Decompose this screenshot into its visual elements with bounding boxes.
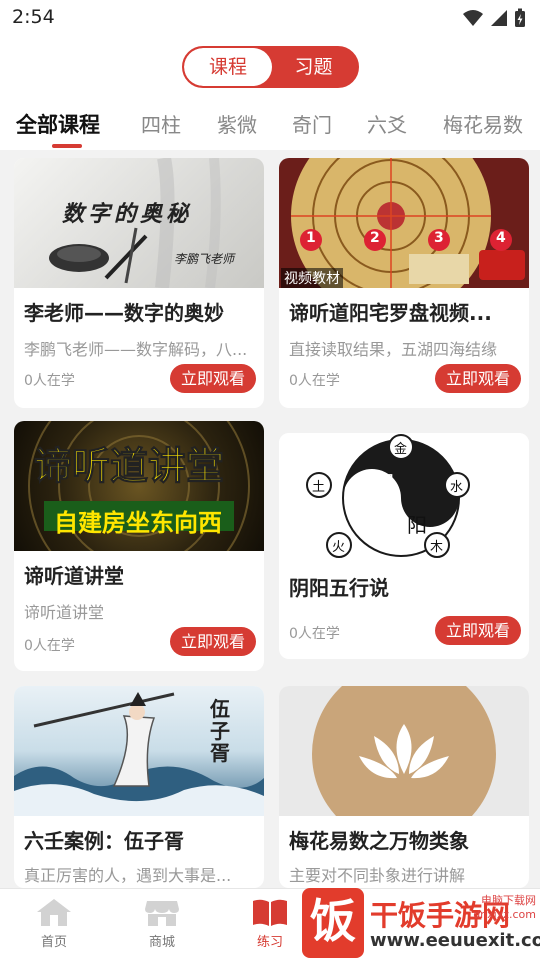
tab-liuyao[interactable]: 六爻 (367, 106, 407, 146)
thumb-number-2: 2 (370, 230, 380, 246)
course-title: 李老师——数字的奥妙 (24, 301, 224, 325)
thumbnail-title: 伍子胥 (210, 697, 230, 765)
element-fire: 火 (332, 540, 346, 555)
tab-qimen[interactable]: 奇门 (292, 106, 332, 146)
course-thumbnail: 数字的奥秘 李鹏飞老师 (14, 158, 264, 288)
course-card[interactable]: 1 2 3 4 视频教材 谛听道阳宅罗盘视频... 直接读取结果，五湖四海结缘 … (279, 158, 529, 408)
yang-label: 阳 (407, 513, 427, 537)
lotus-logo-illustration (312, 686, 496, 816)
course-description: 主要对不同卦象进行讲解 (289, 866, 466, 885)
course-title: 六壬案例：伍子胥 (24, 829, 184, 853)
element-earth: 土 (312, 480, 326, 495)
nav-label-home: 首页 (40, 935, 67, 950)
course-exercise-toggle: 课程 习题 (182, 46, 359, 88)
learner-count: 0人在学 (289, 626, 340, 642)
course-thumbnail: 1 2 3 4 视频教材 (279, 158, 529, 288)
thumbnail-title: 数字的奥秘 (62, 201, 193, 227)
learner-count: 0人在学 (24, 638, 75, 654)
watermark-overlay: 饭 干饭手游网 www.eeuuexit.com 电脑下载网 dnxjxz.co… (300, 888, 540, 960)
nav-item-store[interactable]: 商城 (108, 889, 216, 960)
active-tab-indicator (52, 144, 82, 148)
segment-courses[interactable]: 课程 (184, 48, 272, 86)
thumb-number-3: 3 (434, 230, 444, 246)
signal-icon (491, 10, 507, 26)
tab-sizhu[interactable]: 四柱 (141, 106, 181, 146)
thumbnail-subtitle: 李鹏飞老师 (174, 252, 235, 266)
watermark-small-text: 电脑下载网 (481, 894, 536, 907)
battery-charging-icon (515, 8, 525, 27)
element-wood: 木 (430, 540, 444, 555)
element-metal: 金 (394, 442, 408, 457)
course-card[interactable]: 数字的奥秘 李鹏飞老师 李老师——数字的奥妙 李鹏飞老师——数字解码，八... … (14, 158, 264, 408)
course-description: 直接读取结果，五湖四海结缘 (289, 340, 498, 359)
watch-now-button[interactable]: 立即观看 (435, 364, 521, 393)
tab-ziwei[interactable]: 紫微 (217, 106, 257, 146)
course-card[interactable]: 伍子胥 六壬案例：伍子胥 真正厉害的人，遇到大事是... (14, 686, 264, 888)
thumbnail-title: 谛听道讲堂 (33, 444, 225, 489)
wifi-icon (463, 10, 483, 26)
status-bar: 2:54 (0, 0, 540, 36)
thumb-number-1: 1 (306, 230, 316, 246)
yin-label: 阴 (374, 471, 394, 495)
watch-now-button[interactable]: 立即观看 (435, 616, 521, 645)
course-card[interactable]: 梅花易数之万物类象 主要对不同卦象进行讲解 (279, 686, 529, 888)
tab-meihua[interactable]: 梅花易数 (443, 106, 523, 146)
status-icons (462, 6, 526, 30)
store-icon (145, 901, 179, 926)
course-title: 梅花易数之万物类象 (289, 829, 469, 853)
nav-label-store: 商城 (148, 935, 175, 950)
watch-now-button[interactable]: 立即观看 (170, 364, 256, 393)
course-thumbnail: 谛听道讲堂 自建房坐东向西 (14, 421, 264, 551)
category-tabs: 全部课程 四柱 紫微 奇门 六爻 梅花易数 (0, 106, 540, 150)
watermark-logo: 饭 (302, 888, 364, 958)
home-icon (37, 899, 71, 926)
learner-count: 0人在学 (289, 373, 340, 389)
course-card[interactable]: 阴 阳 金 水 木 火 土 阴阳五行说 0人在学 立即观看 (279, 433, 529, 659)
course-title: 谛听道讲堂 (24, 564, 124, 588)
thumb-number-4: 4 (496, 230, 506, 246)
thumbnail-label: 视频教材 (281, 268, 343, 288)
course-thumbnail: 阴 阳 金 水 木 火 土 (279, 433, 529, 563)
watermark-small-url: dnxjxz.com (473, 908, 536, 921)
course-description: 真正厉害的人，遇到大事是... (24, 866, 232, 885)
course-description: 李鹏飞老师——数字解码，八... (24, 340, 248, 359)
book-icon (253, 899, 287, 926)
nav-item-home[interactable]: 首页 (0, 889, 108, 960)
course-description: 谛听道讲堂 (24, 603, 105, 622)
status-time: 2:54 (12, 6, 55, 28)
segment-exercises[interactable]: 习题 (270, 48, 357, 86)
learner-count: 0人在学 (24, 373, 75, 389)
course-thumbnail: 伍子胥 (14, 686, 264, 816)
tab-all-courses[interactable]: 全部课程 (16, 106, 100, 146)
thumbnail-subtitle: 自建房坐东向西 (54, 509, 222, 537)
course-card[interactable]: 谛听道讲堂 自建房坐东向西 谛听道讲堂 谛听道讲堂 0人在学 立即观看 (14, 421, 264, 671)
watermark-url: www.eeuuexit.com (370, 930, 540, 951)
course-thumbnail (279, 686, 529, 816)
watch-now-button[interactable]: 立即观看 (170, 627, 256, 656)
course-title: 谛听道阳宅罗盘视频... (289, 301, 492, 325)
course-title: 阴阳五行说 (289, 576, 389, 600)
element-water: 水 (450, 480, 464, 495)
